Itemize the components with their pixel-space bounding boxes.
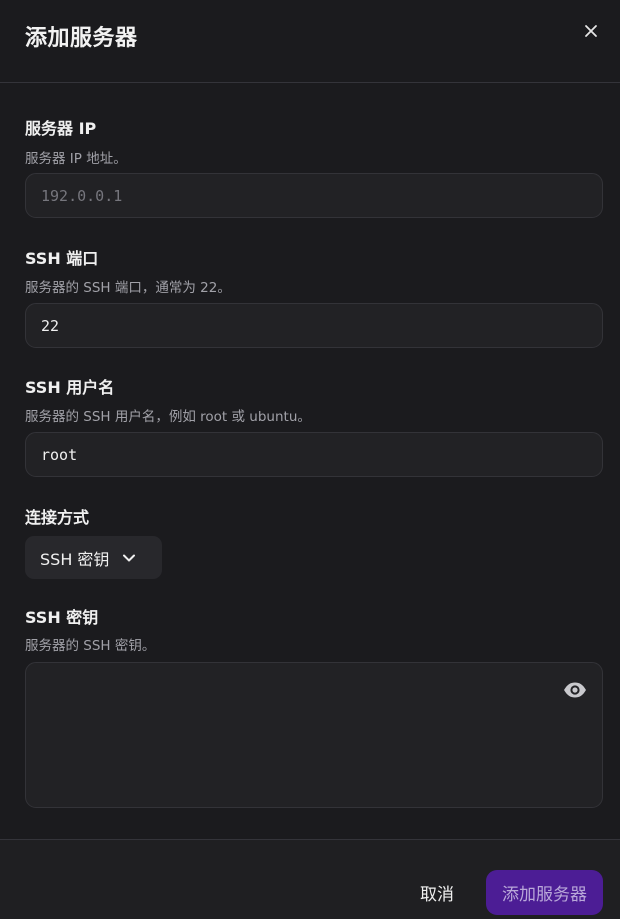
connection-method-select[interactable]: SSH 密钥: [25, 536, 162, 579]
server-ip-label: 服务器 IP: [25, 119, 97, 138]
close-icon: [585, 25, 597, 37]
toggle-visibility-button[interactable]: [562, 677, 588, 703]
connection-method-value: SSH 密钥: [40, 549, 110, 569]
ssh-username-description: 服务器的 SSH 用户名，例如 root 或 ubuntu。: [25, 409, 311, 425]
connection-method-label: 连接方式: [25, 508, 90, 527]
ssh-key-textarea[interactable]: [25, 662, 603, 808]
add-server-button[interactable]: 添加服务器: [486, 870, 603, 915]
ssh-username-label: SSH 用户名: [25, 378, 115, 397]
ssh-username-input[interactable]: [25, 432, 603, 477]
cancel-button[interactable]: 取消: [404, 870, 470, 914]
ssh-port-description: 服务器的 SSH 端口，通常为 22。: [25, 280, 231, 296]
add-server-dialog: 添加服务器 服务器 IP 服务器 IP 地址。 SSH 端口 服务器的 SSH …: [0, 0, 620, 919]
server-ip-input[interactable]: [25, 173, 603, 218]
close-button[interactable]: [578, 18, 604, 44]
dialog-header: 添加服务器: [0, 0, 620, 83]
ssh-port-label: SSH 端口: [25, 249, 99, 268]
eye-icon: [564, 682, 586, 698]
ssh-key-description: 服务器的 SSH 密钥。: [25, 638, 156, 654]
server-ip-description: 服务器 IP 地址。: [25, 151, 127, 167]
ssh-key-label: SSH 密钥: [25, 608, 99, 627]
dialog-title: 添加服务器: [25, 26, 138, 51]
ssh-port-input[interactable]: [25, 303, 603, 348]
chevron-down-icon: [121, 550, 137, 566]
